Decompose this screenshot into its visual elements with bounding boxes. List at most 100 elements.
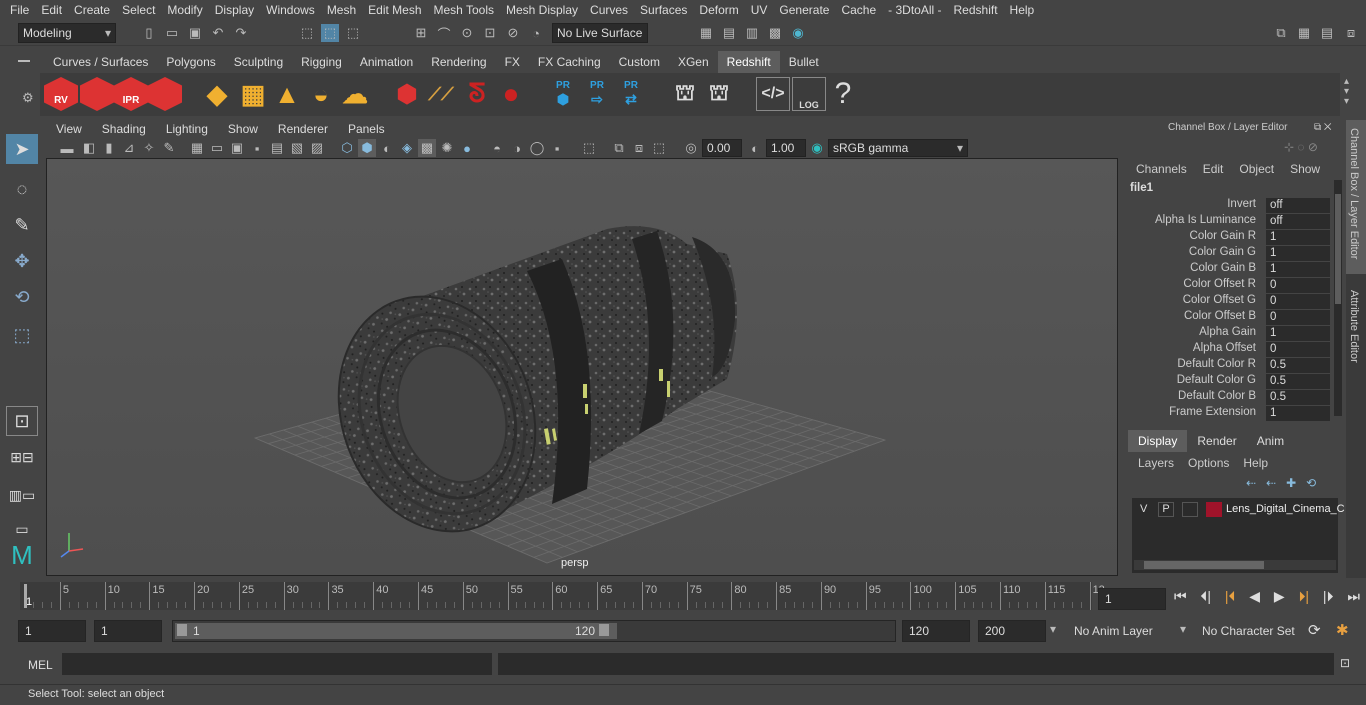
command-input[interactable] [62, 653, 492, 675]
menu-cache[interactable]: Cache [835, 3, 882, 17]
xray-icon[interactable]: ⧉ [610, 139, 628, 157]
antialias-icon[interactable]: ◯ [528, 139, 546, 157]
tab-xgen[interactable]: XGen [669, 51, 718, 73]
rotate-tool-icon[interactable]: ⟲ [6, 282, 38, 312]
bake-icon[interactable]: ⛫ [668, 77, 702, 111]
layer-type[interactable] [1182, 502, 1198, 517]
panel-layout-icon[interactable]: ▦ [1295, 24, 1313, 42]
menu-file[interactable]: File [4, 3, 35, 17]
use-all-lights-icon[interactable]: ✺ [438, 139, 456, 157]
menu-mesh[interactable]: Mesh [321, 3, 362, 17]
lasso-tool-icon[interactable]: ◌ [6, 174, 38, 204]
attribute-row[interactable]: Color Gain G 1 [1124, 246, 1334, 262]
menu-mesh-display[interactable]: Mesh Display [500, 3, 584, 17]
workspace-icon[interactable]: ⧉ [1272, 24, 1290, 42]
view-transform-select[interactable]: sRGB gamma ▾ [828, 139, 968, 157]
script-editor-icon[interactable]: ⊡ [1340, 656, 1350, 670]
grease-pencil-icon[interactable]: ✎ [160, 139, 178, 157]
auto-key-icon[interactable]: ⟳ [1308, 621, 1321, 639]
play-forward-icon[interactable]: ▶ [1274, 588, 1285, 605]
attribute-row[interactable]: Color Offset B 0 [1124, 310, 1334, 326]
vp-menu-lighting[interactable]: Lighting [156, 120, 218, 138]
pr-export-icon[interactable]: PR ⇨ [580, 77, 614, 111]
snap-curve-icon[interactable]: ⌒ [435, 24, 453, 42]
tab-curves-surfaces[interactable]: Curves / Surfaces [44, 51, 157, 73]
attribute-row[interactable]: Default Color R 0.5 [1124, 358, 1334, 374]
range-slider[interactable]: 1 120 [172, 620, 896, 642]
wireframe-on-shaded-icon[interactable]: ◈ [398, 139, 416, 157]
four-pane-icon[interactable]: ⊞⊟ [6, 442, 38, 472]
menu-edit-mesh[interactable]: Edit Mesh [362, 3, 427, 17]
vp-menu-view[interactable]: View [46, 120, 92, 138]
menu-mesh-tools[interactable]: Mesh Tools [428, 3, 500, 17]
default-material-icon[interactable]: ◐ [378, 139, 396, 157]
shadows-icon[interactable]: ● [458, 139, 476, 157]
go-to-end-icon[interactable]: ⏭ [1347, 588, 1360, 605]
depth-of-field-icon[interactable]: ▪ [548, 139, 566, 157]
field-chart-icon[interactable]: ▤ [268, 139, 286, 157]
attribute-row[interactable]: Color Offset G 0 [1124, 294, 1334, 310]
exposure-field[interactable]: 0.00 [702, 139, 742, 157]
paint-select-icon[interactable]: ✎ [6, 210, 38, 240]
play-backward-icon[interactable]: ◀ [1249, 588, 1260, 605]
menu-help[interactable]: Help [1004, 3, 1041, 17]
shelf-scroll-icon[interactable]: ▴ ▾ ▾ [1344, 77, 1349, 107]
snap-plane-icon[interactable]: ⊡ [481, 24, 499, 42]
redo-icon[interactable]: ↷ [232, 24, 250, 42]
playback-end-field[interactable]: 120 [902, 620, 970, 642]
anim-layer-select[interactable]: No Anim Layer [1068, 620, 1178, 642]
menu-edit[interactable]: Edit [35, 3, 68, 17]
attribute-value[interactable]: 1 [1266, 262, 1330, 277]
step-forward-icon[interactable]: |⏵ [1323, 588, 1334, 605]
playback-start-field[interactable]: 1 [94, 620, 162, 642]
menu-select[interactable]: Select [116, 3, 161, 17]
render-view-icon[interactable]: ▦ [697, 24, 715, 42]
modeling-toolkit-icon[interactable]: ▤ [1318, 24, 1336, 42]
attribute-value[interactable]: 0 [1266, 278, 1330, 293]
redshift-material-ball-icon[interactable]: ● [494, 77, 528, 111]
textured-icon[interactable]: ▩ [418, 139, 436, 157]
tab-sculpting[interactable]: Sculpting [225, 51, 292, 73]
tab-display[interactable]: Display [1128, 430, 1188, 452]
layer-visibility[interactable]: V [1140, 503, 1147, 515]
attribute-value[interactable]: 0.5 [1266, 390, 1330, 405]
render-frame-icon[interactable]: ▤ [720, 24, 738, 42]
color-management-icon[interactable]: ◉ [808, 139, 826, 157]
redshift-render-view-icon[interactable]: RV [44, 77, 78, 111]
tab-animation[interactable]: Animation [351, 51, 422, 73]
menu-generate[interactable]: Generate [773, 3, 835, 17]
resolution-gate-icon[interactable]: ▣ [228, 139, 246, 157]
end-time-field[interactable]: 200 [978, 620, 1046, 642]
image-plane-icon[interactable]: ⊿ [120, 139, 138, 157]
attribute-value[interactable]: 0 [1266, 342, 1330, 357]
mode-select[interactable]: Modeling ▾ [18, 23, 116, 43]
cb-menu-show[interactable]: Show [1290, 162, 1320, 176]
attribute-row[interactable]: Color Gain R 1 [1124, 230, 1334, 246]
channel-box-toggle-icon[interactable]: ⧈ [1342, 24, 1360, 42]
start-time-field[interactable]: 1 [18, 620, 86, 642]
layer-hscrollbar[interactable] [1134, 560, 1336, 570]
xray-joints-icon[interactable]: ⧈ [630, 139, 648, 157]
redshift-batch-render-icon[interactable] [80, 77, 114, 111]
attribute-value[interactable]: 1 [1266, 230, 1330, 245]
layer-color-swatch[interactable] [1206, 502, 1222, 517]
tab-channel-box[interactable]: Channel Box / Layer Editor [1348, 128, 1360, 259]
snap-surface-icon[interactable]: ⊘ [504, 24, 522, 42]
safe-action-icon[interactable]: ▧ [288, 139, 306, 157]
attribute-row[interactable]: Invert off [1124, 198, 1334, 214]
vp-menu-panels[interactable]: Panels [338, 120, 395, 138]
attribute-value[interactable]: off [1266, 214, 1330, 229]
tab-render[interactable]: Render [1187, 430, 1246, 452]
step-forward-key-icon[interactable]: ⏵| [1298, 588, 1309, 605]
select-tool-icon[interactable]: ➤ [6, 134, 38, 164]
attribute-value[interactable]: 0.5 [1266, 358, 1330, 373]
select-hierarchy-icon[interactable]: ⬚ [298, 24, 316, 42]
move-tool-icon[interactable]: ✥ [6, 246, 38, 276]
layer-hscroll-thumb[interactable] [1144, 561, 1264, 569]
layer-buttons[interactable]: ⇠⇠✚⟲ [1246, 476, 1326, 490]
isolate-select-icon[interactable]: ⬚ [580, 139, 598, 157]
attribute-row[interactable]: Default Color B 0.5 [1124, 390, 1334, 406]
attribute-row[interactable]: Color Gain B 1 [1124, 262, 1334, 278]
attribute-row[interactable]: Alpha Is Luminance off [1124, 214, 1334, 230]
bookmark-icon[interactable]: ▮ [100, 139, 118, 157]
